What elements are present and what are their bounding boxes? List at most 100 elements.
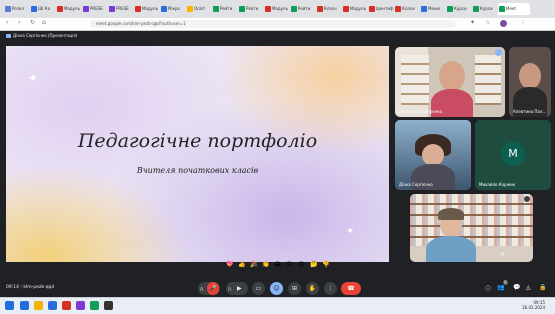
participant-face <box>439 61 465 91</box>
captions-button[interactable]: ▭ <box>252 282 265 295</box>
camera-icon: ▶ <box>237 285 242 292</box>
hand-icon: ✋ <box>308 285 317 292</box>
reactions-button[interactable]: ☺ <box>270 282 283 295</box>
participant-name: Алевтина Пал... <box>513 109 547 114</box>
more-vert-icon: ⋮ <box>327 285 334 292</box>
slide-title: Педагогічне портфоліо <box>77 130 318 152</box>
emoji-icon: ☺ <box>273 285 280 292</box>
tab-favicon-icon <box>31 6 37 12</box>
tab-label: Ідентиф <box>376 6 394 11</box>
tab-label: Рейти <box>246 6 259 11</box>
taskbar-app-icon[interactable] <box>62 301 71 310</box>
host-controls-icon[interactable]: 🔒 <box>539 284 546 291</box>
start-icon[interactable] <box>5 301 14 310</box>
tab-label: PRESE <box>116 6 129 11</box>
presenter-label: Діана Сергієнко (Презентація) <box>6 33 77 38</box>
mic-button[interactable]: ⋀ 🎤 <box>198 282 220 295</box>
url-field[interactable]: meet.google.com/klm-pezb-qqd?authuser=1 <box>90 20 456 28</box>
taskbar-app-icon[interactable] <box>104 301 113 310</box>
participant-face <box>422 144 444 166</box>
taskbar-app-icon[interactable] <box>90 301 99 310</box>
raise-hand-button[interactable]: ✋ <box>306 282 319 295</box>
taskbar-app-icon[interactable] <box>48 301 57 310</box>
meet-stage: Діана Сергієнко (Презентація) ✦ ✦ Педаго… <box>0 31 555 293</box>
bookmark-icon[interactable]: ☆ <box>485 20 491 26</box>
tab-favicon-icon <box>135 6 141 12</box>
tab-favicon-icon <box>343 6 349 12</box>
taskbar-app-icon[interactable] <box>34 301 43 310</box>
tab-label: Meet <box>506 6 516 11</box>
meeting-info: 09:14 | klm-pezb-qqd <box>6 285 55 290</box>
participant-name: Діана Сергієнко <box>399 182 433 187</box>
phone-end-icon: ☎ <box>347 285 355 292</box>
tab-label: Модуль <box>142 6 158 11</box>
more-options-button[interactable]: ⋮ <box>324 282 337 295</box>
pin-icon[interactable]: ✥ <box>500 251 505 258</box>
people-icon[interactable]: 👥 <box>497 284 504 291</box>
windows-taskbar: 09:15 26.02.2024 <box>0 297 555 314</box>
tab-favicon-icon <box>395 6 401 12</box>
chat-icon[interactable]: 💬 <box>513 284 520 291</box>
participant-tile[interactable]: Наталія Бондаренко <box>395 47 505 117</box>
browser-tab[interactable]: Meet <box>498 3 530 15</box>
profile-avatar[interactable] <box>500 20 507 27</box>
address-bar-row: ‹ › ↻ ⌂ meet.google.com/klm-pezb-qqd?aut… <box>0 18 555 31</box>
extensions-icon[interactable]: ✦ <box>470 20 476 26</box>
info-icon[interactable]: ⓘ <box>485 284 491 293</box>
tab-favicon-icon <box>5 6 11 12</box>
reaction-emoji[interactable]: 🎉 <box>250 261 257 268</box>
tab-favicon-icon <box>187 6 193 12</box>
tab-label: Модуль <box>272 6 288 11</box>
taskbar-app-icon[interactable] <box>20 301 29 310</box>
reaction-emoji[interactable]: 💖 <box>226 261 233 268</box>
reaction-emoji[interactable]: 😂 <box>274 261 281 268</box>
participant-hair <box>438 208 464 220</box>
reaction-emoji[interactable]: 👎 <box>322 261 329 268</box>
tab-label: Модуль <box>64 6 80 11</box>
camera-button[interactable]: ⋀ ▶ <box>226 282 248 295</box>
tab-favicon-icon <box>369 6 375 12</box>
participant-tile[interactable] <box>410 194 533 262</box>
reaction-emoji[interactable]: 😢 <box>298 261 304 268</box>
participant-tile[interactable]: Діана Сергієнко <box>395 120 471 190</box>
mic-off-icon: 🎤 <box>207 282 219 295</box>
participant-name: Михайло Коржик <box>479 182 516 187</box>
chevron-up-icon[interactable]: ⋀ <box>228 282 231 295</box>
tab-favicon-icon <box>317 6 323 12</box>
reaction-emoji[interactable]: 😮 <box>286 261 292 268</box>
tab-label: Меню <box>428 6 440 11</box>
reload-icon[interactable]: ↻ <box>30 20 36 26</box>
participant-tile[interactable]: Алевтина Пал... <box>509 47 551 117</box>
tab-label: Курси <box>454 6 467 11</box>
taskbar-app-icon[interactable] <box>76 301 85 310</box>
tab-favicon-icon <box>57 6 63 12</box>
activities-icon[interactable]: ◬ <box>526 284 531 291</box>
slide-subtitle: Вчителя початкових класів <box>136 166 259 175</box>
sparkle-icon: ✦ <box>28 71 39 85</box>
tab-favicon-icon <box>83 6 89 12</box>
reaction-emoji[interactable]: 👏 <box>262 261 269 268</box>
tab-label: Модуль <box>350 6 366 11</box>
back-icon[interactable]: ‹ <box>6 20 12 26</box>
menu-icon[interactable]: ⋮ <box>520 20 526 26</box>
present-screen-icon: ⊞ <box>291 285 298 292</box>
home-icon[interactable]: ⌂ <box>42 20 48 26</box>
browser-tab-strip: Розкл ШІ Ка Модуль PRESE PRESE Модуль Мікро Осв… <box>0 0 555 18</box>
more-options-icon[interactable] <box>524 196 530 202</box>
participant-avatar: M <box>501 142 525 166</box>
tab-label: ШІ Ка <box>38 6 51 11</box>
participant-count-badge: 9 <box>503 280 508 285</box>
reaction-emoji[interactable]: 👍 <box>238 261 245 268</box>
chevron-up-icon[interactable]: ⋀ <box>200 282 203 295</box>
tab-favicon-icon <box>447 6 453 12</box>
participant-tile[interactable]: M Михайло Коржик <box>475 120 551 190</box>
tab-label: Курси <box>480 6 493 11</box>
forward-icon[interactable]: › <box>18 20 24 26</box>
reaction-emoji[interactable]: 🤔 <box>310 261 317 268</box>
system-clock[interactable]: 09:15 26.02.2024 <box>510 300 545 310</box>
sparkle-icon: ✦ <box>346 226 355 237</box>
tab-label: Мікро <box>168 6 180 11</box>
participant-face <box>519 63 541 89</box>
present-button[interactable]: ⊞ <box>288 282 301 295</box>
leave-call-button[interactable]: ☎ <box>341 282 361 295</box>
